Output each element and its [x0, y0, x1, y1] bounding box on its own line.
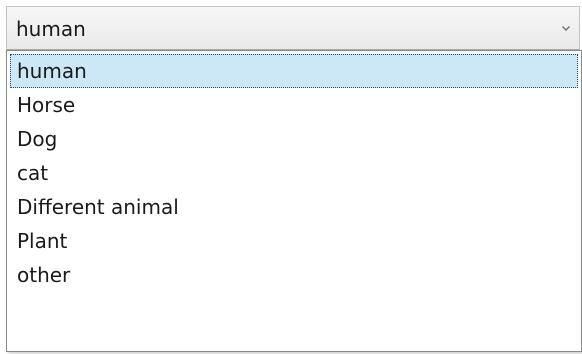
option-different-animal[interactable]: Different animal — [10, 190, 578, 224]
option-label: Horse — [17, 93, 76, 117]
option-horse[interactable]: Horse — [10, 88, 578, 122]
option-label: human — [17, 59, 87, 83]
select-current-value: human — [16, 17, 86, 41]
option-label: cat — [17, 161, 49, 185]
option-human[interactable]: human — [10, 54, 578, 88]
option-plant[interactable]: Plant — [10, 224, 578, 258]
option-dog[interactable]: Dog — [10, 122, 578, 156]
dropdown-list: human Horse Dog cat Different animal Pla… — [6, 50, 582, 352]
species-select[interactable]: human — [6, 6, 580, 50]
option-label: Different animal — [17, 195, 179, 219]
chevron-down-icon[interactable] — [561, 23, 571, 33]
option-label: other — [17, 263, 71, 287]
option-label: Dog — [17, 127, 58, 151]
option-label: Plant — [17, 229, 68, 253]
option-other[interactable]: other — [10, 258, 578, 292]
option-cat[interactable]: cat — [10, 156, 578, 190]
